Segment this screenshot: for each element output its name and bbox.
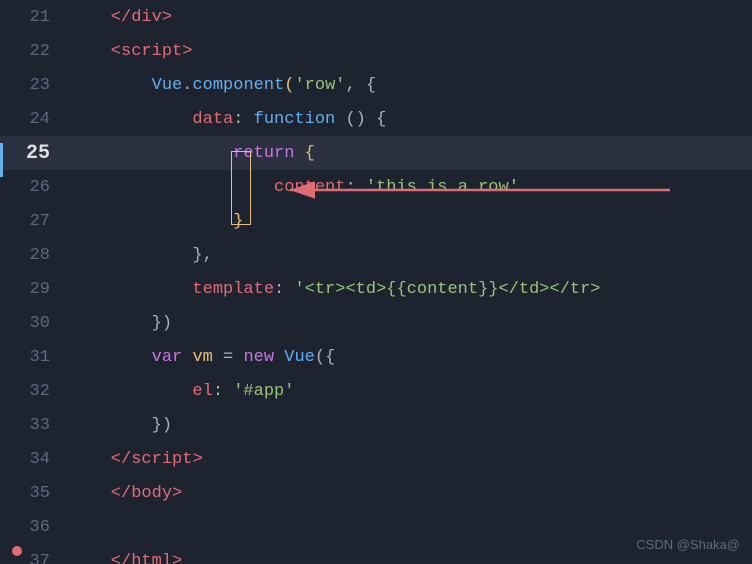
line-content: </div> <box>70 8 172 27</box>
line-content: Vue.component('row', { <box>70 76 376 95</box>
line-content: }, <box>70 246 213 265</box>
line-number: 30 <box>0 314 70 333</box>
code-line-23: 23 Vue.component('row', { <box>0 68 752 102</box>
code-line-29: 29 template: '<tr><td>{{content}}</td></… <box>0 272 752 306</box>
line-content: var vm = new Vue({ <box>70 348 335 367</box>
code-line-35: 35 </body> <box>0 476 752 510</box>
line-number: 29 <box>0 280 70 299</box>
line-number: 25 <box>0 142 70 165</box>
code-editor: 21 </div>22 <script>23 Vue.component('ro… <box>0 0 752 564</box>
active-line-border <box>0 143 3 177</box>
code-line-25: 25 return { <box>0 136 752 170</box>
code-line-30: 30 }) <box>0 306 752 340</box>
line-number: 37 <box>0 552 70 564</box>
line-content: </html> <box>70 552 182 564</box>
code-line-28: 28 }, <box>0 238 752 272</box>
line-content: }) <box>70 416 172 435</box>
watermark: CSDN @Shaka@ <box>636 537 740 552</box>
line-number: 23 <box>0 76 70 95</box>
code-line-33: 33 }) <box>0 408 752 442</box>
line-content: template: '<tr><td>{{content}}</td></tr> <box>70 280 601 299</box>
line-number: 34 <box>0 450 70 469</box>
line-number: 36 <box>0 518 70 537</box>
code-line-34: 34 </script> <box>0 442 752 476</box>
line-number: 24 <box>0 110 70 129</box>
code-line-21: 21 </div> <box>0 0 752 34</box>
code-line-24: 24 data: function () { <box>0 102 752 136</box>
line-content: } <box>70 212 243 231</box>
line-number: 21 <box>0 8 70 27</box>
code-lines: 21 </div>22 <script>23 Vue.component('ro… <box>0 0 752 564</box>
line-number: 31 <box>0 348 70 367</box>
line-content: </script> <box>70 450 203 469</box>
line-content: return { <box>70 144 315 163</box>
line-number: 27 <box>0 212 70 231</box>
line-number: 28 <box>0 246 70 265</box>
code-line-32: 32 el: '#app' <box>0 374 752 408</box>
code-line-22: 22 <script> <box>0 34 752 68</box>
line-content: content: 'this is a row' <box>70 178 519 197</box>
line-content: </body> <box>70 484 182 503</box>
code-line-27: 27 } <box>0 204 752 238</box>
code-line-26: 26 content: 'this is a row' <box>0 170 752 204</box>
line-number: 33 <box>0 416 70 435</box>
line-number: 35 <box>0 484 70 503</box>
line-number: 32 <box>0 382 70 401</box>
red-dot <box>12 546 22 556</box>
line-content: }) <box>70 314 172 333</box>
line-content: data: function () { <box>70 110 386 129</box>
line-content: el: '#app' <box>70 382 294 401</box>
line-number: 26 <box>0 178 70 197</box>
line-number: 22 <box>0 42 70 61</box>
line-content: <script> <box>70 42 192 61</box>
code-line-31: 31 var vm = new Vue({ <box>0 340 752 374</box>
